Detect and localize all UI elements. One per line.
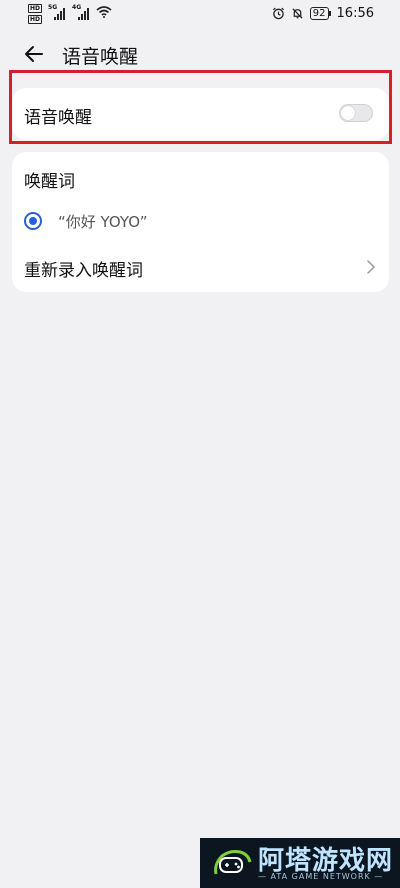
header: 语音唤醒	[0, 36, 400, 72]
radio-selected-icon[interactable]	[24, 212, 42, 230]
signal-bars-icon	[78, 8, 90, 20]
wifi-icon	[96, 6, 112, 18]
mute-bell-icon	[292, 8, 303, 19]
signal-icon: 4G	[72, 4, 90, 20]
voice-wakeup-label: 语音唤醒	[24, 108, 92, 128]
hd-badges: HD HD	[28, 4, 43, 24]
voice-wakeup-row[interactable]: 语音唤醒	[12, 88, 389, 140]
wake-word-card: 唤醒词 “你好 YOYO” 重新录入唤醒词	[12, 152, 389, 292]
rerecord-wake-word-label: 重新录入唤醒词	[24, 261, 143, 281]
toggle-knob	[341, 106, 355, 120]
signal-bars-icon	[54, 8, 66, 20]
back-arrow-icon[interactable]	[22, 42, 46, 66]
watermark-subtitle: — ATA GAME NETWORK —	[258, 872, 384, 881]
chevron-right-icon	[367, 260, 375, 274]
status-bar-right: 92 16:56	[272, 6, 374, 21]
hd-badge: HD	[28, 15, 43, 24]
wake-word-section-title: 唤醒词	[24, 172, 75, 192]
status-bar: HD HD 5G 4G 92 16:56	[0, 0, 400, 28]
battery-indicator: 92	[309, 7, 331, 20]
signal-icon: 5G	[48, 4, 66, 20]
watermark: 阿塔游戏网 — ATA GAME NETWORK —	[200, 838, 400, 888]
voice-wakeup-toggle[interactable]	[339, 104, 373, 122]
alarm-icon	[272, 7, 284, 20]
page-title: 语音唤醒	[62, 46, 139, 68]
wake-word-option-label: “你好 YOYO”	[58, 212, 148, 231]
wake-word-option[interactable]: “你好 YOYO”	[24, 210, 148, 232]
clock: 16:56	[336, 6, 374, 21]
status-bar-left: HD HD 5G 4G	[28, 4, 112, 24]
hd-badge: HD	[28, 4, 43, 13]
gamepad-logo-icon	[214, 850, 252, 875]
rerecord-wake-word-row[interactable]: 重新录入唤醒词	[12, 248, 389, 288]
